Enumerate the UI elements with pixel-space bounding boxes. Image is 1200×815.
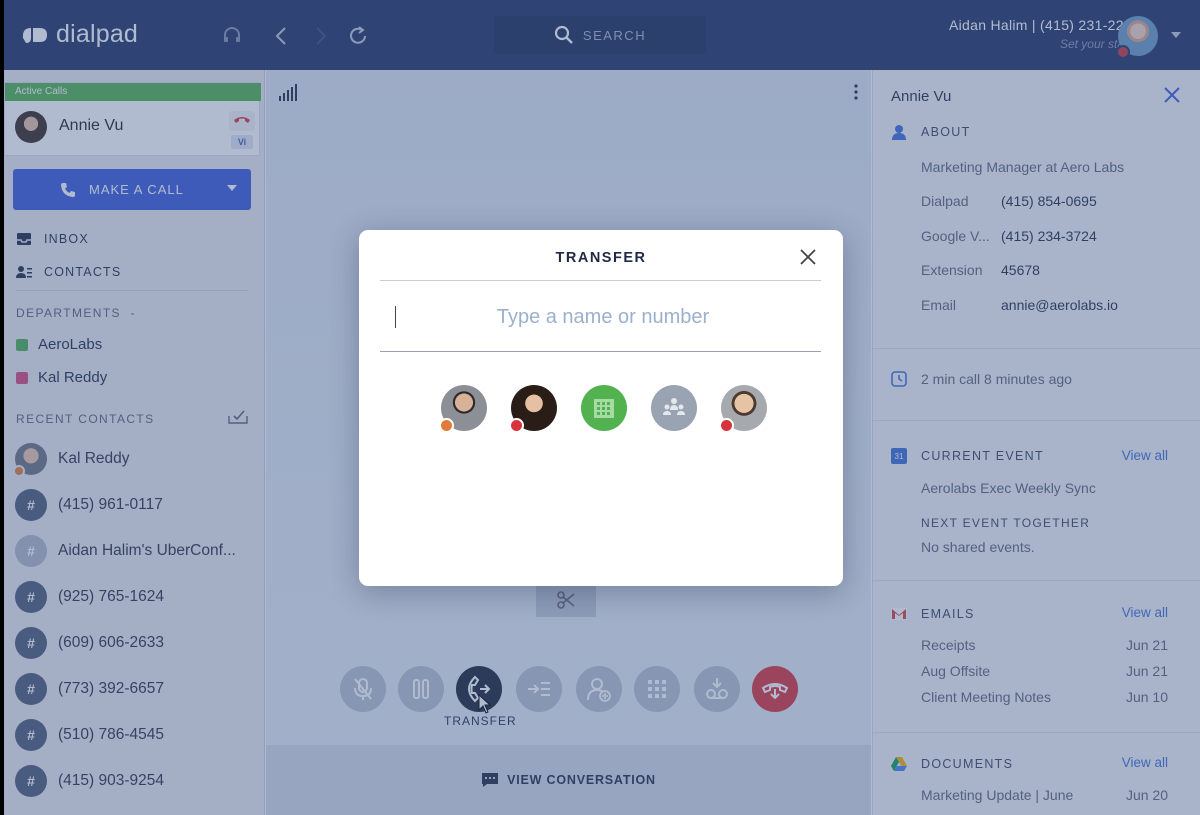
close-icon[interactable] (799, 248, 817, 266)
status-dot-icon (719, 418, 734, 433)
transfer-suggestion-contact[interactable] (439, 385, 487, 433)
transfer-dialog: TRANSFER (359, 230, 843, 586)
status-dot-icon (439, 418, 454, 433)
transfer-suggestion-group[interactable] (651, 385, 697, 431)
dialpad-app: dialpad SEARCH Aidan Halim | (415) 231-2… (4, 0, 1200, 815)
group-icon (663, 398, 685, 415)
transfer-suggestion-contact[interactable] (509, 385, 557, 433)
status-dot-icon (509, 418, 524, 433)
divider (380, 280, 821, 281)
dialog-title: TRANSFER (555, 250, 647, 266)
transfer-suggestion-contact[interactable] (719, 385, 767, 433)
transfer-search-input[interactable] (396, 302, 810, 332)
building-icon (594, 399, 614, 418)
transfer-suggestion-department[interactable] (581, 385, 627, 431)
input-underline (380, 351, 821, 352)
